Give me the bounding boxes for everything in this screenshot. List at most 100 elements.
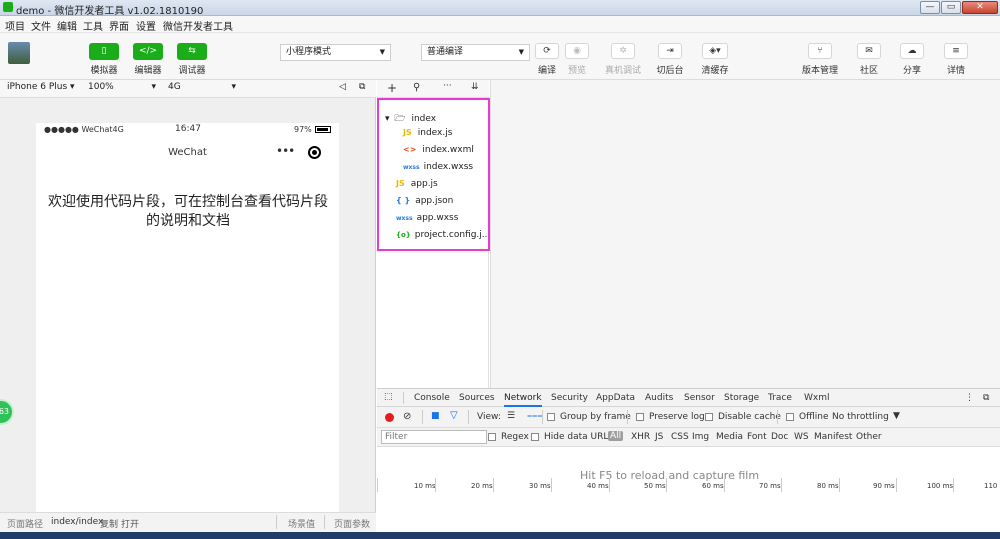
type-filter-xhr[interactable]: XHR [631, 432, 650, 442]
type-filter-manifest[interactable]: Manifest [814, 432, 852, 442]
tab-sensor[interactable]: Sensor [684, 393, 715, 403]
video-icon[interactable]: ■ [431, 411, 440, 421]
timeline-tick: 30 ms [529, 482, 551, 490]
branch-icon[interactable]: ⑂ [808, 43, 832, 59]
type-filter-other[interactable]: Other [856, 432, 882, 442]
group-by-frame-checkbox[interactable] [547, 413, 555, 421]
capsule-close-icon[interactable] [308, 146, 321, 159]
divider [627, 410, 628, 424]
timeline-tick: 40 ms [587, 482, 609, 490]
timeline-gridline [953, 478, 954, 492]
tab-wxml[interactable]: Wxml [804, 393, 830, 403]
type-filter-css[interactable]: CSS [671, 432, 689, 442]
menu-project[interactable]: 项目 [5, 18, 25, 33]
speaker-icon[interactable]: ◁ [339, 82, 346, 92]
menu-wechat-devtools[interactable]: 微信开发者工具 [163, 18, 233, 33]
type-filter-js[interactable]: JS [655, 432, 663, 442]
popout-icon[interactable]: ⧉ [359, 82, 365, 92]
phone-icon[interactable]: ▯ [89, 43, 119, 60]
search-icon[interactable]: ⚲ [413, 82, 420, 93]
timeline-gridline [839, 478, 840, 492]
add-icon[interactable]: + [387, 81, 397, 95]
throttling-select[interactable]: No throttling [832, 412, 889, 422]
waterfall-icon[interactable]: ⩶ [527, 411, 542, 421]
chevron-down-icon: ▾ [151, 82, 156, 92]
tab-network[interactable]: Network [504, 393, 542, 407]
type-filter-img[interactable]: Img [692, 432, 709, 442]
tab-storage[interactable]: Storage [724, 393, 759, 403]
zoom-select[interactable]: 100% ▾ [88, 82, 156, 92]
menu-edit[interactable]: 编辑 [57, 18, 77, 33]
compile-select-value: 普通编译 [427, 47, 464, 57]
tab-sources[interactable]: Sources [459, 393, 495, 403]
list-view-icon[interactable]: ☰ [507, 411, 515, 421]
network-select[interactable]: 4G ▾ [168, 82, 236, 92]
type-filter-doc[interactable]: Doc [771, 432, 788, 442]
offline-checkbox[interactable] [786, 413, 794, 421]
menu-file[interactable]: 文件 [31, 18, 51, 33]
scene-button[interactable]: 场景值 [288, 517, 315, 530]
phone-screen[interactable] [36, 123, 339, 512]
menu-view[interactable]: 界面 [109, 18, 129, 33]
minimize-button[interactable]: — [920, 1, 940, 14]
kebab-menu-icon[interactable]: ⋮ [965, 393, 974, 403]
menu-tools[interactable]: 工具 [83, 18, 103, 33]
disable-cache-checkbox[interactable] [705, 413, 713, 421]
clear-icon[interactable]: ⊘ [403, 411, 411, 422]
code-icon[interactable]: </> [133, 43, 163, 60]
timeline-gridline [493, 478, 494, 492]
welcome-text: 欢迎使用代码片段，可在控制台查看代码片段的说明和文档 [48, 194, 328, 229]
type-filter-ws[interactable]: WS [794, 432, 809, 442]
editor-label: 编辑器 [134, 66, 162, 76]
remote-debug-label: 真机调试 [604, 66, 641, 76]
menu-icon[interactable]: ≡ [944, 43, 968, 59]
filter-icon[interactable]: ▽ [450, 410, 458, 421]
params-button[interactable]: 页面参数 [334, 517, 370, 530]
timeline-gridline [724, 478, 725, 492]
mode-select[interactable]: 小程序模式 ▼ [280, 44, 391, 61]
chat-icon[interactable]: ✉ [857, 43, 881, 59]
menu-settings[interactable]: 设置 [136, 18, 156, 33]
hide-data-urls-checkbox[interactable] [531, 433, 539, 441]
device-select[interactable]: iPhone 6 Plus ▾ [7, 82, 75, 92]
more-dots-icon[interactable]: ••• [276, 144, 295, 158]
tab-appdata[interactable]: AppData [596, 393, 635, 403]
maximize-button[interactable]: ▭ [941, 1, 961, 14]
more-icon[interactable]: ··· [443, 81, 452, 91]
tab-trace[interactable]: Trace [768, 393, 792, 403]
filter-input[interactable] [381, 430, 487, 444]
cloud-icon[interactable]: ☁ [900, 43, 924, 59]
timeline-gridline [609, 478, 610, 492]
clear-cache-label: 清缓存 [701, 66, 729, 76]
bug-icon[interactable]: ✲ [611, 43, 635, 59]
avatar[interactable] [8, 42, 30, 64]
eye-icon[interactable]: ◉ [565, 43, 589, 59]
close-button[interactable]: ✕ [962, 1, 998, 14]
tab-security[interactable]: Security [551, 393, 588, 403]
preserve-log-checkbox[interactable] [636, 413, 644, 421]
network-timeline: Hit F5 to reload and capture film [377, 447, 1000, 512]
phone-nav-bar: WeChat ••• [36, 140, 339, 166]
refresh-icon[interactable]: ⟳ [535, 43, 559, 59]
background-icon[interactable]: ⇥ [658, 43, 682, 59]
timeline-gridline [435, 478, 436, 492]
open-link[interactable]: 打开 [121, 517, 139, 530]
record-icon[interactable] [385, 413, 394, 422]
timeline-tick: 100 ms [927, 482, 954, 490]
chevron-down-icon: ▾ [231, 82, 236, 92]
type-filter-all[interactable]: All [608, 431, 624, 441]
layers-icon[interactable]: ◈▾ [702, 43, 728, 59]
regex-checkbox[interactable] [488, 433, 496, 441]
tab-console[interactable]: Console [414, 393, 450, 403]
type-filter-font[interactable]: Font [747, 432, 767, 442]
device-bar: iPhone 6 Plus ▾ 100% ▾ 4G ▾ ◁ ⧉ [0, 80, 376, 98]
dock-icon[interactable]: ⧉ [983, 393, 989, 403]
collapse-icon[interactable]: ⇊ [471, 82, 479, 92]
inspect-icon[interactable]: ⬚ [384, 392, 393, 402]
debug-icon[interactable]: ⇆ [177, 43, 207, 60]
copy-link[interactable]: 复制 [100, 517, 118, 530]
tab-audits[interactable]: Audits [645, 393, 673, 403]
compile-select[interactable]: 普通编译 ▼ [421, 44, 530, 61]
chevron-down-icon[interactable]: ▼ [893, 411, 900, 421]
type-filter-media[interactable]: Media [716, 432, 743, 442]
